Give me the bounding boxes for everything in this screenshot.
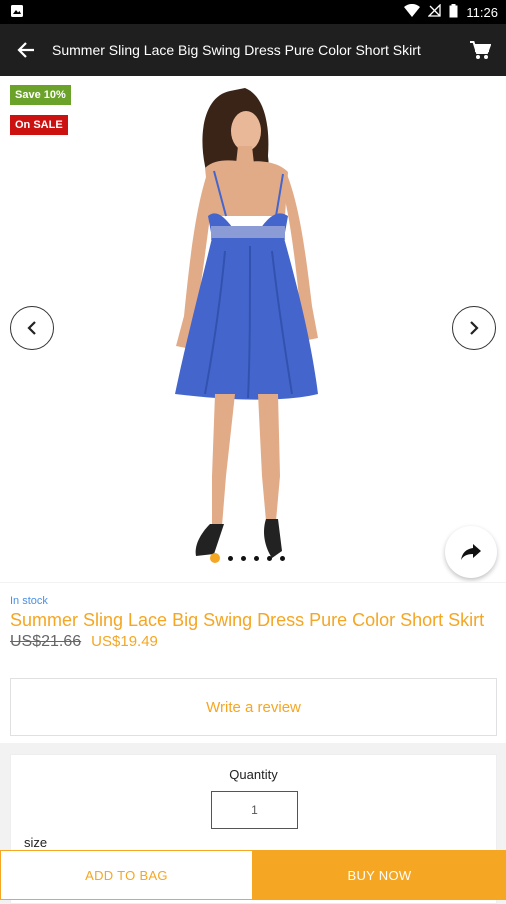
image-pager-dots <box>210 553 285 563</box>
product-title: Summer Sling Lace Big Swing Dress Pure C… <box>10 610 485 630</box>
previous-image-button[interactable] <box>10 306 54 350</box>
status-time: 11:26 <box>466 4 498 20</box>
cart-button[interactable] <box>454 24 506 76</box>
pager-dot[interactable] <box>267 555 272 561</box>
next-image-button[interactable] <box>452 306 496 350</box>
buy-now-button[interactable]: BUY NOW <box>253 850 506 900</box>
product-image <box>175 88 318 558</box>
app-bar: Summer Sling Lace Big Swing Dress Pure C… <box>0 24 506 76</box>
pager-dot[interactable] <box>210 553 220 563</box>
pager-dot[interactable] <box>254 555 259 561</box>
size-label: size <box>24 835 48 850</box>
sale-badge: On SALE <box>10 115 68 135</box>
bottom-action-bar: ADD TO BAG BUY NOW <box>0 850 506 900</box>
cart-icon <box>470 41 491 59</box>
original-price: US$21.66 <box>10 633 82 650</box>
no-signal-icon <box>427 3 442 20</box>
pager-dot[interactable] <box>280 555 285 561</box>
add-to-bag-button[interactable]: ADD TO BAG <box>0 850 253 900</box>
share-button[interactable] <box>445 526 497 578</box>
chevron-left-icon <box>27 321 36 335</box>
chevron-right-icon <box>470 321 479 335</box>
save-badge: Save 10% <box>10 85 71 105</box>
battery-icon <box>449 3 458 21</box>
image-notification-icon <box>10 4 24 21</box>
write-review-button[interactable]: Write a review <box>10 678 497 736</box>
page-title: Summer Sling Lace Big Swing Dress Pure C… <box>52 42 421 58</box>
price-row: US$21.66 US$19.49 <box>10 633 496 651</box>
sale-price: US$19.49 <box>91 633 158 650</box>
status-icons: 11:26 <box>404 3 498 21</box>
share-icon <box>461 544 481 560</box>
quantity-label: Quantity <box>229 767 278 782</box>
stock-status: In stock <box>10 595 48 607</box>
product-gallery[interactable]: Save 10% On SALE <box>0 76 506 582</box>
arrow-left-icon <box>17 42 34 58</box>
quantity-input[interactable]: 1 <box>211 791 298 829</box>
back-button[interactable] <box>0 24 52 76</box>
pager-dot[interactable] <box>241 555 246 561</box>
pager-dot[interactable] <box>228 555 233 561</box>
wifi-icon <box>404 3 421 20</box>
status-bar: 11:26 <box>0 0 506 24</box>
